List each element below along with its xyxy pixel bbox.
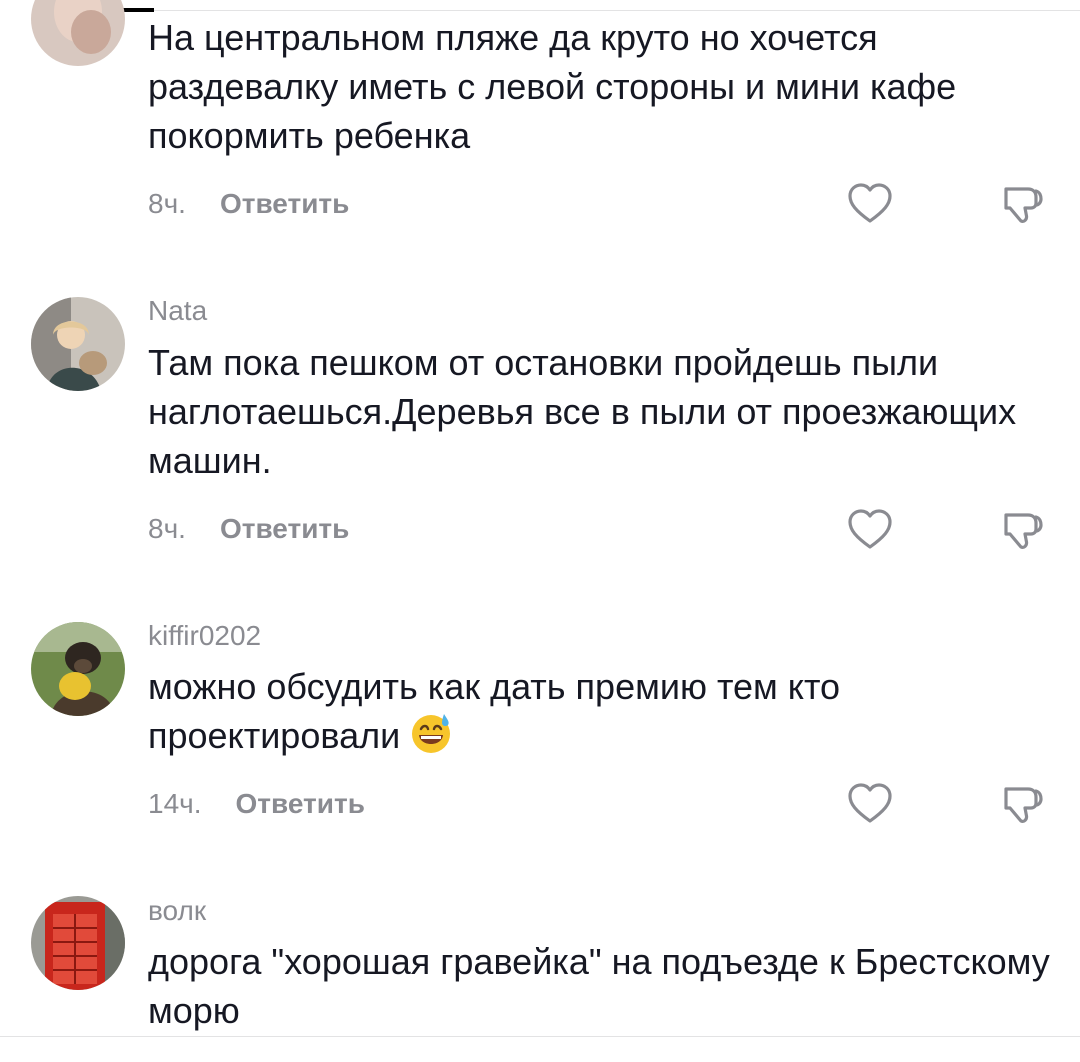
thumbs-down-outline-icon[interactable] [998, 180, 1046, 228]
bottom-divider [0, 1036, 1080, 1037]
comment-username[interactable]: Nata [148, 295, 207, 327]
grinning-face-with-sweat-emoji [412, 714, 451, 753]
reply-button[interactable]: Ответить [236, 788, 365, 820]
comment-text: дорога "хорошая гравейка" на подъезде к … [148, 941, 1050, 1031]
comment-meta: 14ч. Ответить [148, 784, 365, 824]
comment-username[interactable]: волк [148, 895, 206, 927]
comment-time: 8ч. [148, 188, 186, 219]
heart-outline-icon[interactable] [846, 180, 894, 228]
comment-meta: 8ч. Ответить [148, 184, 349, 224]
avatar[interactable] [31, 896, 125, 990]
avatar[interactable] [31, 622, 125, 716]
avatar[interactable] [31, 0, 125, 66]
comment-time: 14ч. [148, 788, 202, 819]
reply-button[interactable]: Ответить [220, 513, 349, 545]
comment-text-content: можно обсудить как дать премию тем кто п… [148, 666, 841, 756]
heart-outline-icon[interactable] [846, 780, 894, 828]
comment-username[interactable]: kiffir0202 [148, 620, 261, 652]
avatar[interactable] [31, 297, 125, 391]
heart-outline-icon[interactable] [846, 506, 894, 554]
reply-button[interactable]: Ответить [220, 188, 349, 220]
comment-time: 8ч. [148, 513, 186, 544]
comment-meta: 8ч. Ответить [148, 509, 349, 549]
comment-text: На центральном пляже да круто но хочется… [148, 17, 957, 156]
top-divider [154, 10, 1080, 11]
comment-text: Там пока пешком от остановки пройдешь пы… [148, 342, 1017, 481]
comment-text: можно обсудить как дать премию тем кто п… [148, 662, 1058, 760]
thumbs-down-outline-icon[interactable] [998, 506, 1046, 554]
thumbs-down-outline-icon[interactable] [998, 780, 1046, 828]
